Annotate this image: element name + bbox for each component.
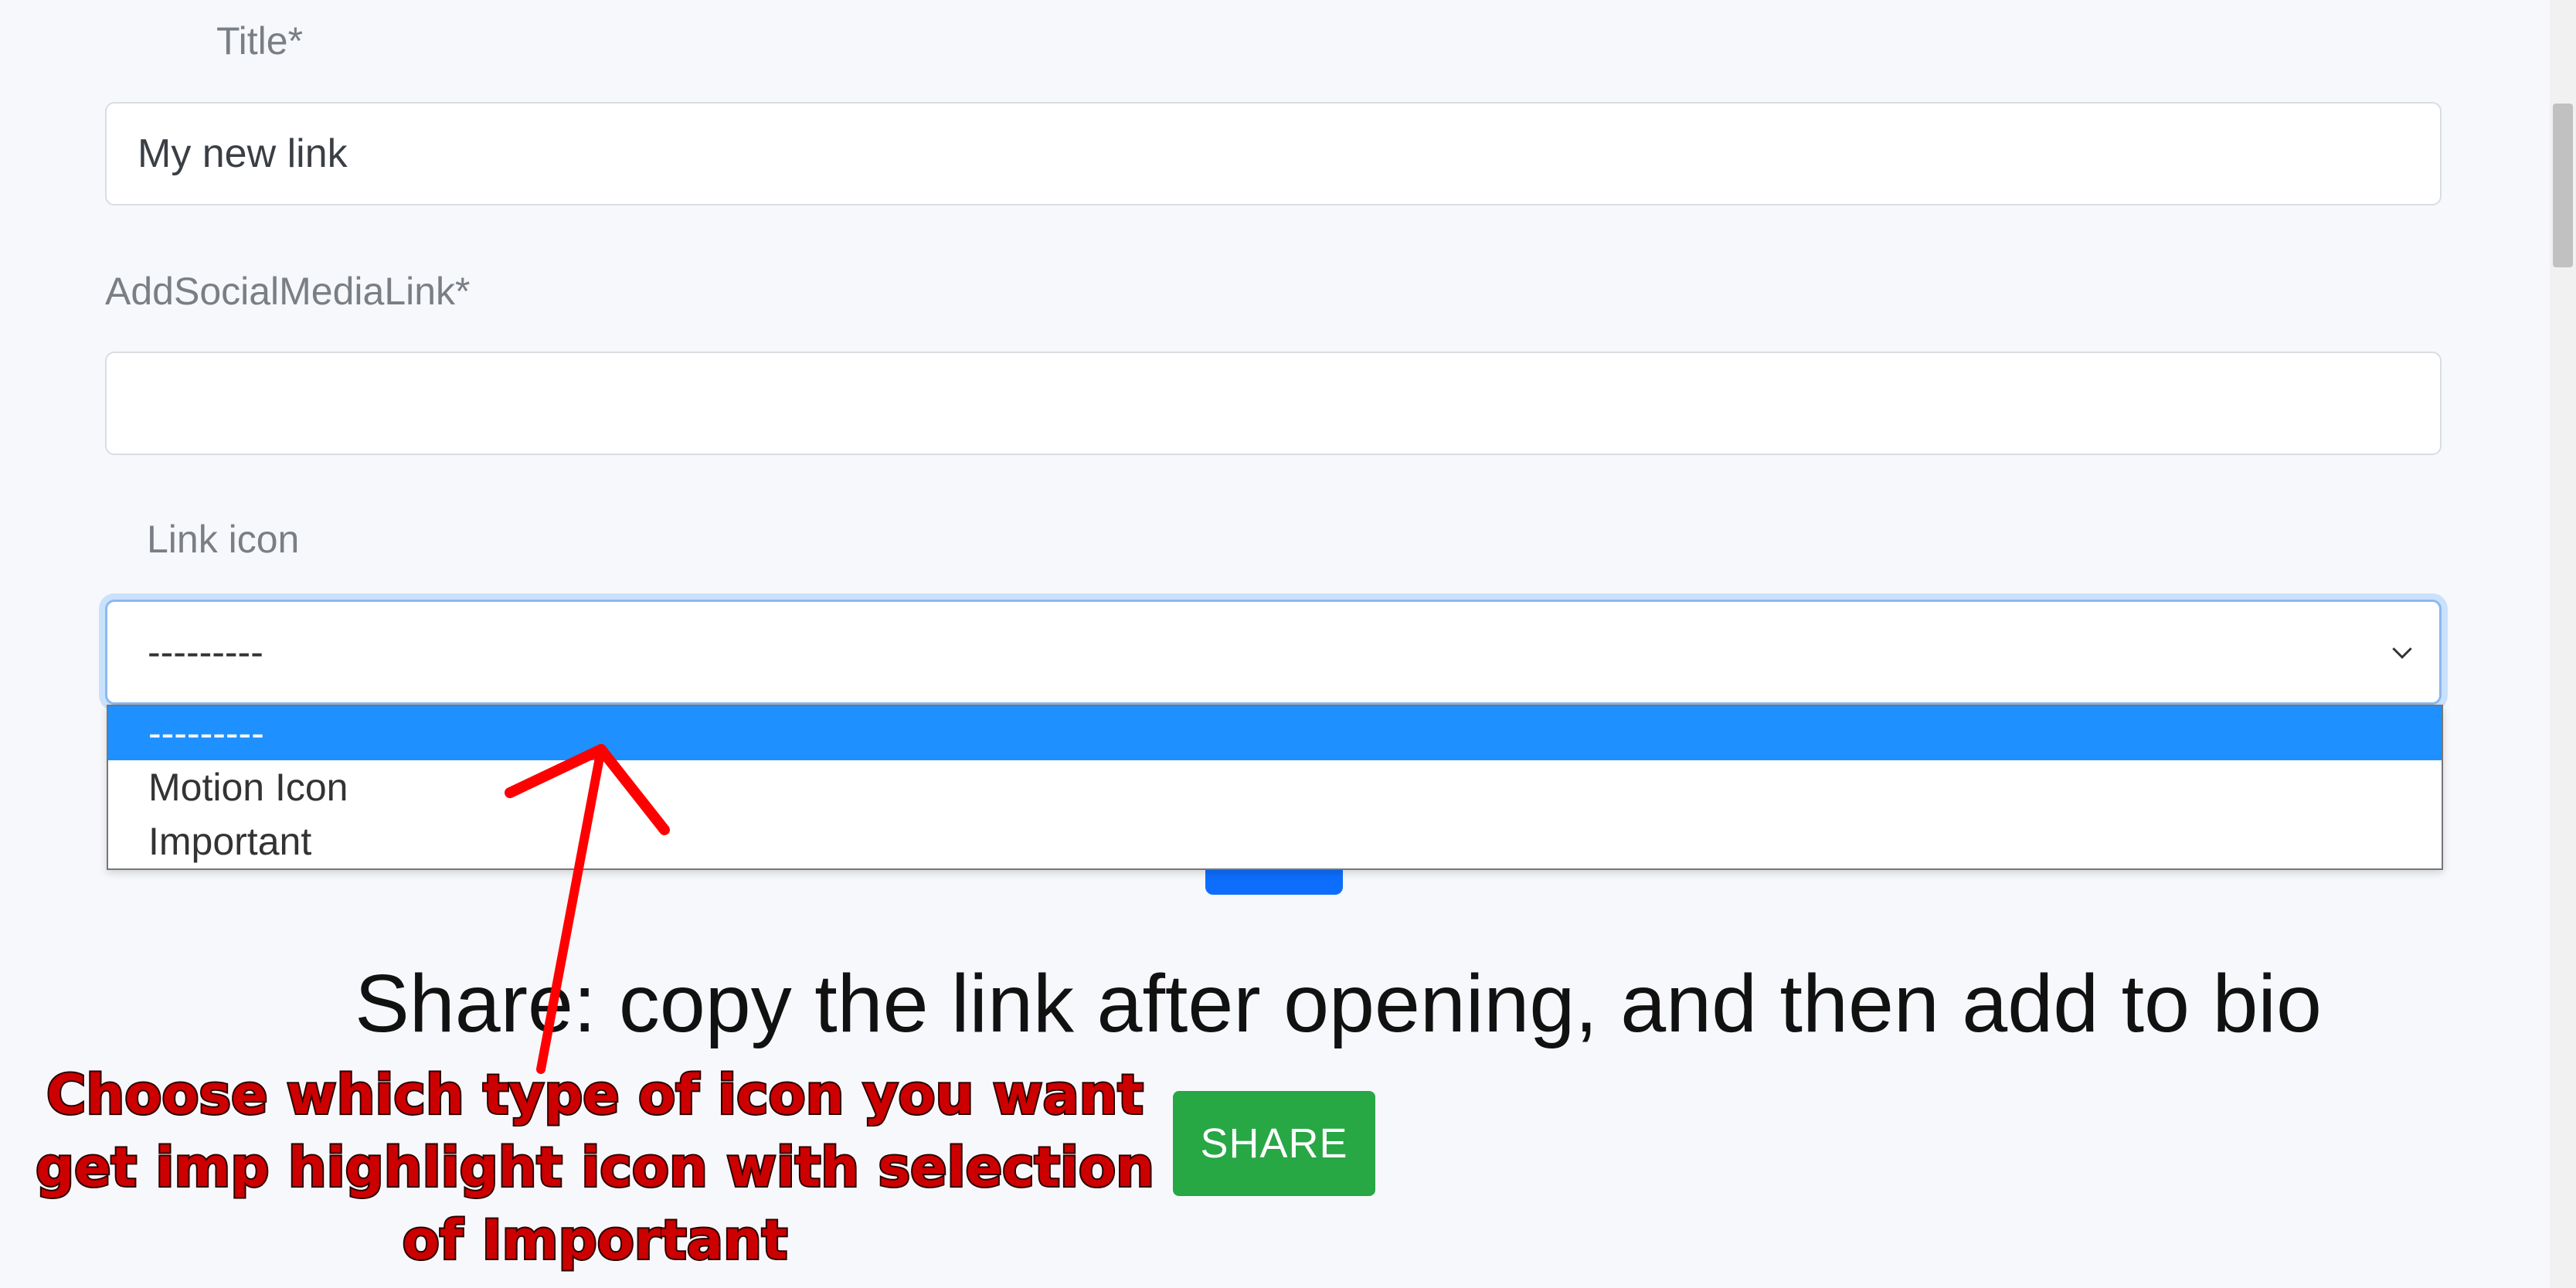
link-icon-label: Link icon [147,518,300,561]
share-button[interactable]: SHARE [1173,1091,1375,1196]
chevron-down-icon [2392,647,2412,659]
page-scrollbar[interactable] [2550,0,2576,1288]
title-label: Title* [216,19,304,63]
social-link-label: AddSocialMediaLink* [105,270,471,313]
annotation-line: Choose which type of icon you want [45,1062,1145,1128]
annotation-text: Choose which type of icon you want get i… [8,1059,1182,1276]
link-icon-dropdown: --------- Motion Icon Important [107,705,2443,870]
option-motion-icon[interactable]: Motion Icon [108,760,2442,814]
social-link-input[interactable] [105,352,2442,455]
option-none[interactable]: --------- [108,706,2442,760]
annotation-line: get imp highlight icon with selection [34,1134,1156,1201]
annotation-line: of Important [401,1207,790,1273]
link-icon-select[interactable]: --------- [105,600,2442,705]
title-input[interactable]: My new link [105,102,2442,206]
share-instructions: Share: copy the link after opening, and … [355,958,2322,1049]
link-icon-select-value: --------- [148,630,263,674]
option-important[interactable]: Important [108,814,2442,868]
scrollbar-thumb[interactable] [2553,104,2573,267]
